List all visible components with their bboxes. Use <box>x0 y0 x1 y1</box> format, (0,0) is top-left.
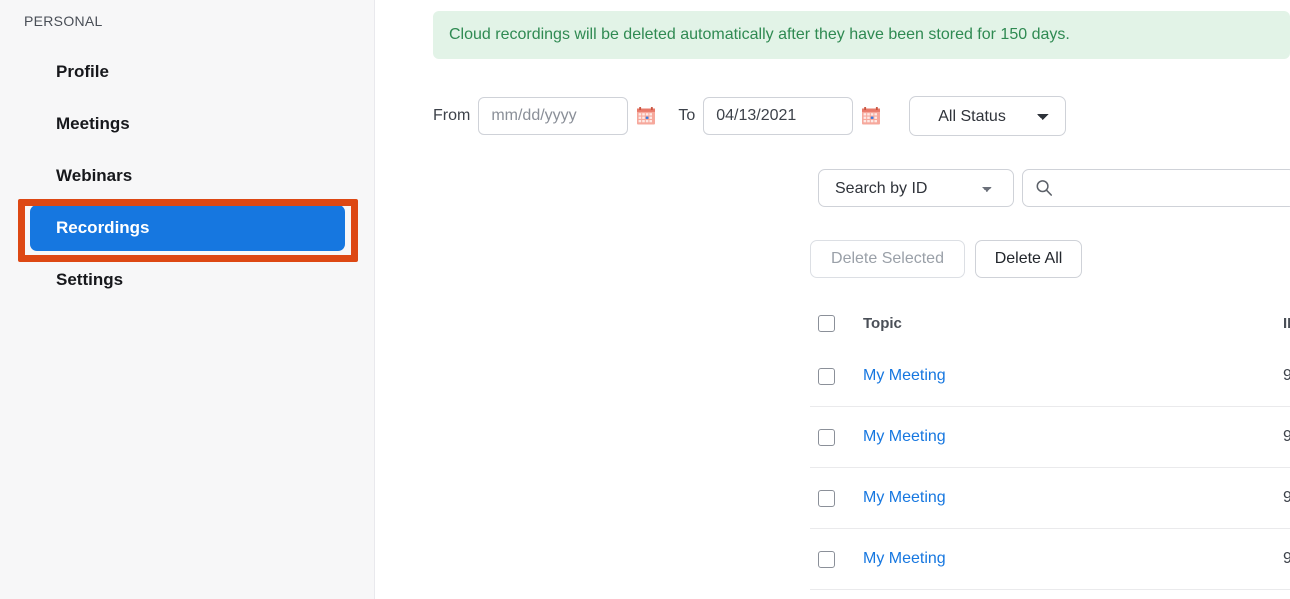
search-input[interactable] <box>1022 169 1290 207</box>
row-checkbox[interactable] <box>818 550 835 568</box>
sidebar-item-label: Recordings <box>56 218 150 237</box>
cell-topic: My Meeting <box>863 428 1283 446</box>
retention-notice-banner: Cloud recordings will be deleted automat… <box>433 11 1290 59</box>
column-header-topic[interactable]: Topic <box>863 315 1283 332</box>
cell-id: 925 6861 2324 <box>1283 367 1290 384</box>
row-select-cell <box>810 550 863 568</box>
row-select-cell <box>810 367 863 385</box>
sidebar: PERSONAL Profile Meetings Webinars Recor… <box>0 0 375 599</box>
cell-topic: My Meeting <box>863 550 1283 568</box>
recordings-page: PERSONAL Profile Meetings Webinars Recor… <box>0 0 1290 599</box>
table-row: My Meeting 925 6861 2324 Feb 24, 2021 05… <box>810 346 1290 407</box>
sidebar-item-recordings[interactable]: Recordings <box>0 202 375 254</box>
row-select-cell <box>810 428 863 446</box>
from-date-input[interactable] <box>478 97 629 135</box>
select-all-cell <box>810 314 863 332</box>
recording-topic-link[interactable]: My Meeting <box>863 550 946 567</box>
sidebar-section-label: PERSONAL <box>24 13 103 29</box>
sidebar-item-profile[interactable]: Profile <box>0 46 375 98</box>
sidebar-item-label: Profile <box>56 62 109 81</box>
search-by-select[interactable]: Search by ID <box>818 169 1014 207</box>
sidebar-item-label: Meetings <box>56 114 130 133</box>
to-date-group <box>703 97 881 135</box>
table-row: My Meeting 968 1364 4970 Feb 24, 2021 04… <box>810 529 1290 590</box>
table-header-row: Topic ID Start Time <box>810 300 1290 346</box>
recording-topic-link[interactable]: My Meeting <box>863 367 946 384</box>
main-content: Cloud recordings will be deleted automat… <box>375 0 1290 599</box>
table-row: My Meeting 925 6861 2324 Feb 24, 2021 05… <box>810 407 1290 468</box>
to-label: To <box>678 107 696 124</box>
sidebar-item-webinars[interactable]: Webinars <box>0 150 375 202</box>
row-select-cell <box>810 489 863 507</box>
cell-id: 925 6861 2324 <box>1283 489 1290 506</box>
sidebar-item-settings[interactable]: Settings <box>0 254 375 306</box>
cell-id: 925 6861 2324 <box>1283 428 1290 445</box>
table-row: My Meeting 925 6861 2324 Feb 24, 2021 05… <box>810 468 1290 529</box>
column-header-id[interactable]: ID <box>1283 315 1290 332</box>
delete-all-button[interactable]: Delete All <box>975 240 1082 278</box>
to-date-input[interactable] <box>703 97 854 135</box>
filter-row: From mm/dd/yyyy To 04/13/2021 All Status <box>433 96 1067 136</box>
cell-id: 968 1364 4970 <box>1283 550 1290 567</box>
status-filter-select[interactable]: All Status <box>909 96 1067 136</box>
bulk-actions-row: Delete Selected Delete All <box>810 240 1082 278</box>
recordings-table: Topic ID Start Time My Meeting 925 6861 … <box>810 300 1290 590</box>
search-input-group <box>1022 169 1290 207</box>
search-row: Search by ID Search Export <box>818 169 1290 207</box>
sidebar-item-label: Settings <box>56 270 124 289</box>
cell-topic: My Meeting <box>863 489 1283 507</box>
recording-topic-link[interactable]: My Meeting <box>863 489 946 506</box>
row-checkbox[interactable] <box>818 367 835 385</box>
row-checkbox[interactable] <box>818 489 835 507</box>
cell-topic: My Meeting <box>863 367 1283 385</box>
sidebar-item-meetings[interactable]: Meetings <box>0 98 375 150</box>
row-checkbox[interactable] <box>818 428 835 446</box>
sidebar-nav: Profile Meetings Webinars Recordings Set… <box>0 46 375 306</box>
recording-topic-link[interactable]: My Meeting <box>863 428 946 445</box>
sidebar-item-label: Webinars <box>56 166 133 185</box>
calendar-icon[interactable] <box>636 106 656 126</box>
retention-notice-text: Cloud recordings will be deleted automat… <box>449 26 1070 43</box>
delete-selected-button[interactable]: Delete Selected <box>810 240 965 278</box>
calendar-icon[interactable] <box>861 106 881 126</box>
select-all-checkbox[interactable] <box>818 314 835 332</box>
from-label: From <box>433 107 471 124</box>
from-date-group <box>478 97 656 135</box>
